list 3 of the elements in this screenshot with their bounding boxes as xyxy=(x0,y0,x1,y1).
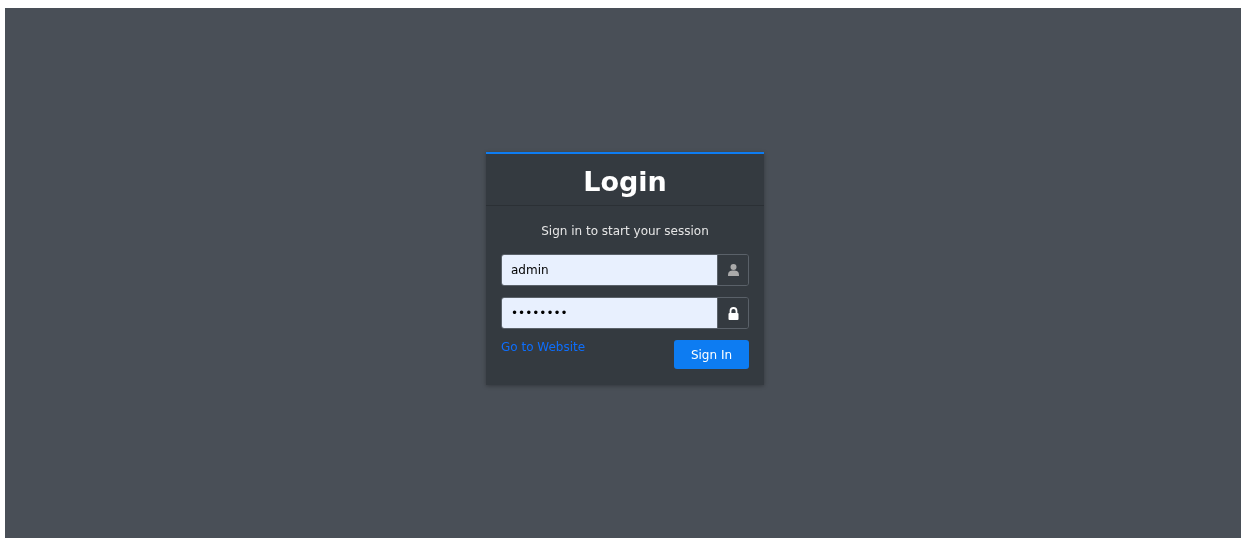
login-subtitle: Sign in to start your session xyxy=(540,224,710,238)
login-title: Login xyxy=(583,166,667,197)
sign-in-button[interactable]: Sign In xyxy=(674,340,749,369)
